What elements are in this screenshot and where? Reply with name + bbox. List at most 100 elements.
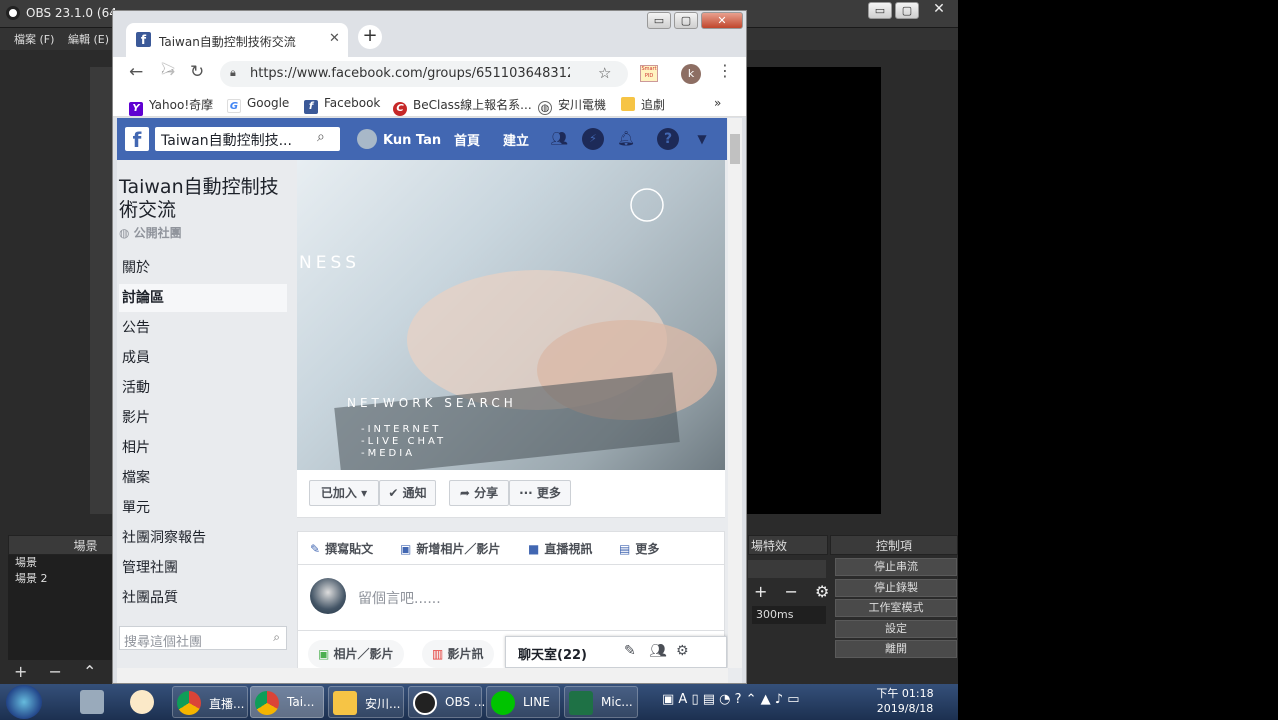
taskbar-item-obs[interactable]: OBS ... <box>408 686 485 718</box>
messenger-icon[interactable]: ⚡︎ <box>582 128 604 150</box>
chat-settings-icon[interactable]: ⚙ <box>676 643 689 659</box>
bookmark-yaskawa[interactable]: ◍ 安川電機 <box>538 96 606 115</box>
tab-live-video[interactable]: ■ 直播視訊 <box>528 540 592 557</box>
more-button[interactable]: ··· 更多 <box>509 480 571 506</box>
system-tray[interactable]: ▣ A ▯ ▤ ◔ ? ⌃ ▲ ♪ ▭ <box>662 692 800 707</box>
extension-icon[interactable]: Smart PID <box>640 65 658 82</box>
home-link[interactable]: 首頁 <box>454 130 480 149</box>
nav-members[interactable]: 成員 <box>119 344 287 372</box>
studio-mode-button[interactable]: 工作室模式 <box>835 599 957 617</box>
notifications-button[interactable]: ✔ 通知 <box>379 480 436 506</box>
tab-more[interactable]: ▤ 更多 <box>619 540 659 557</box>
chrome-minimize-button[interactable]: ▭ <box>647 12 671 29</box>
chrome-close-button[interactable]: ✕ <box>701 12 743 29</box>
scene-list[interactable]: 場景 場景 2 <box>8 555 118 660</box>
menu-kebab-icon[interactable]: ⋮ <box>717 61 733 80</box>
compose-message-icon[interactable]: ✎ <box>624 643 636 659</box>
taskbar-item-excel[interactable]: Mic... <box>564 686 638 718</box>
taskbar-item-explorer[interactable]: 安川... <box>328 686 404 718</box>
obs-title: OBS 23.1.0 (64- <box>26 6 122 20</box>
bookmark-google[interactable]: G Google <box>227 96 289 113</box>
profile-avatar[interactable]: k <box>681 64 701 84</box>
help-icon[interactable]: ? <box>657 128 679 150</box>
tab-close-icon[interactable]: ✕ <box>329 31 340 46</box>
friend-requests-icon[interactable]: 👥︎ <box>548 128 570 150</box>
nav-manage-group[interactable]: 管理社團 <box>119 554 287 582</box>
system-clock[interactable]: 下午 01:18 2019/8/18 <box>860 686 950 716</box>
create-link[interactable]: 建立 <box>503 130 529 149</box>
transition-select[interactable] <box>748 560 826 578</box>
composer-divider <box>298 630 724 631</box>
windows-taskbar: 直播... Tai... 安川... OBS ... LINE Mic... ▣… <box>0 684 958 720</box>
obs-close-button[interactable]: ✕ <box>922 2 956 19</box>
scene-item[interactable]: 場景 <box>8 555 118 571</box>
preview-canvas[interactable] <box>745 67 881 514</box>
nav-files[interactable]: 檔案 <box>119 464 287 492</box>
transition-add-remove-icons[interactable]: + − ⚙ <box>754 582 835 601</box>
bookmarks-overflow[interactable]: » <box>714 96 721 110</box>
tab-add-photo-video[interactable]: ▣ 新增相片／影片 <box>400 540 500 557</box>
obs-minimize-button[interactable]: ▭ <box>868 2 892 19</box>
notifications-bell-icon[interactable]: 🔔︎ <box>615 128 637 150</box>
duration-field[interactable]: 300ms <box>752 606 826 624</box>
bookmark-facebook[interactable]: f Facebook <box>304 96 380 114</box>
horizontal-scrollbar[interactable] <box>117 668 728 683</box>
bookmark-star-icon[interactable]: ☆ <box>598 64 611 82</box>
photo-video-pill[interactable]: ▣ 相片／影片 <box>308 640 404 668</box>
start-button[interactable] <box>6 685 42 719</box>
nav-events[interactable]: 活動 <box>119 374 287 402</box>
group-title[interactable]: Taiwan自動控制技術交流 <box>119 176 289 222</box>
stop-streaming-button[interactable]: 停止串流 <box>835 558 957 576</box>
exit-button[interactable]: 離開 <box>835 640 957 658</box>
chrome-maximize-button[interactable]: ▢ <box>674 12 698 29</box>
video-pill[interactable]: ▥ 影片訊 <box>422 640 494 668</box>
group-cover-photo[interactable]: NESS NETWORK SEARCH -INTERNET -LIVE CHAT… <box>297 160 725 470</box>
tab-write-post[interactable]: ✎ 撰寫貼文 <box>310 540 373 557</box>
paint-icon[interactable] <box>130 690 154 714</box>
taskbar-item-line[interactable]: LINE <box>486 686 560 718</box>
share-button[interactable]: ➦ 分享 <box>449 480 509 506</box>
stop-recording-button[interactable]: 停止錄製 <box>835 579 957 597</box>
search-icon[interactable]: ⌕ <box>317 129 325 145</box>
address-bar[interactable]: 🔒︎ https://www.facebook.com/groups/65110… <box>220 61 628 87</box>
nav-announcements[interactable]: 公告 <box>119 314 287 342</box>
facebook-logo-icon[interactable]: f <box>125 127 149 152</box>
composer-avatar <box>310 578 346 614</box>
scroll-thumb[interactable] <box>730 134 740 164</box>
settings-button[interactable]: 設定 <box>835 620 957 638</box>
profile-link[interactable]: Kun Tan <box>357 129 441 149</box>
nav-about[interactable]: 關於 <box>119 254 287 282</box>
nav-videos[interactable]: 影片 <box>119 404 287 432</box>
menu-file[interactable]: 檔案 (F) <box>14 31 54 47</box>
nav-group-insights[interactable]: 社團洞察報告 <box>119 524 287 552</box>
taskbar-item-chrome-live[interactable]: 直播... <box>172 686 248 718</box>
scene-item[interactable]: 場景 2 <box>8 571 118 587</box>
bookmark-yahoo[interactable]: Y Yahoo!奇摩 <box>129 96 213 116</box>
menu-edit[interactable]: 編輯 (E) <box>68 31 109 47</box>
bookmark-folder-drama[interactable]: 追劇 <box>621 96 665 113</box>
obs-maximize-button[interactable]: ▢ <box>895 2 919 19</box>
back-icon[interactable]: ← <box>129 62 143 82</box>
reload-icon[interactable]: ↻ <box>190 62 204 82</box>
new-group-icon[interactable]: 👥︎ <box>649 643 667 659</box>
group-search-input[interactable]: 搜尋這個社團 ⌕ <box>119 626 287 650</box>
bookmark-beclass[interactable]: C BeClass線上報名系... <box>393 96 532 116</box>
tray-icons[interactable]: ▣ A ▯ ▤ ◔ ? ⌃ ▲ ♪ ▭ <box>662 692 800 707</box>
vertical-scrollbar[interactable] <box>728 118 742 668</box>
search-icon[interactable]: ⌕ <box>273 630 280 645</box>
composer-input[interactable]: 留個言吧...... <box>358 588 441 608</box>
facebook-search-input[interactable]: Taiwan自動控制技... ⌕ <box>155 127 340 151</box>
nav-photos[interactable]: 相片 <box>119 434 287 462</box>
joined-button[interactable]: 已加入 ▾ <box>309 480 379 506</box>
taskbar-item-chrome-taiwan[interactable]: Tai... <box>250 686 324 718</box>
browser-tab[interactable]: f Taiwan自動控制技術交流 ✕ <box>126 23 348 57</box>
new-tab-button[interactable]: + <box>358 25 382 49</box>
calculator-icon[interactable] <box>80 690 104 714</box>
nav-discussion[interactable]: 討論區 <box>119 284 287 312</box>
composer-divider <box>298 564 724 565</box>
chat-sidebar-tab[interactable]: 聊天室(22) ✎ 👥︎ ⚙ <box>505 636 727 668</box>
nav-group-quality[interactable]: 社團品質 <box>119 584 287 612</box>
account-menu-icon[interactable]: ▼ <box>691 128 713 150</box>
nav-units[interactable]: 單元 <box>119 494 287 522</box>
cover-text-media: -MEDIA <box>361 448 416 459</box>
